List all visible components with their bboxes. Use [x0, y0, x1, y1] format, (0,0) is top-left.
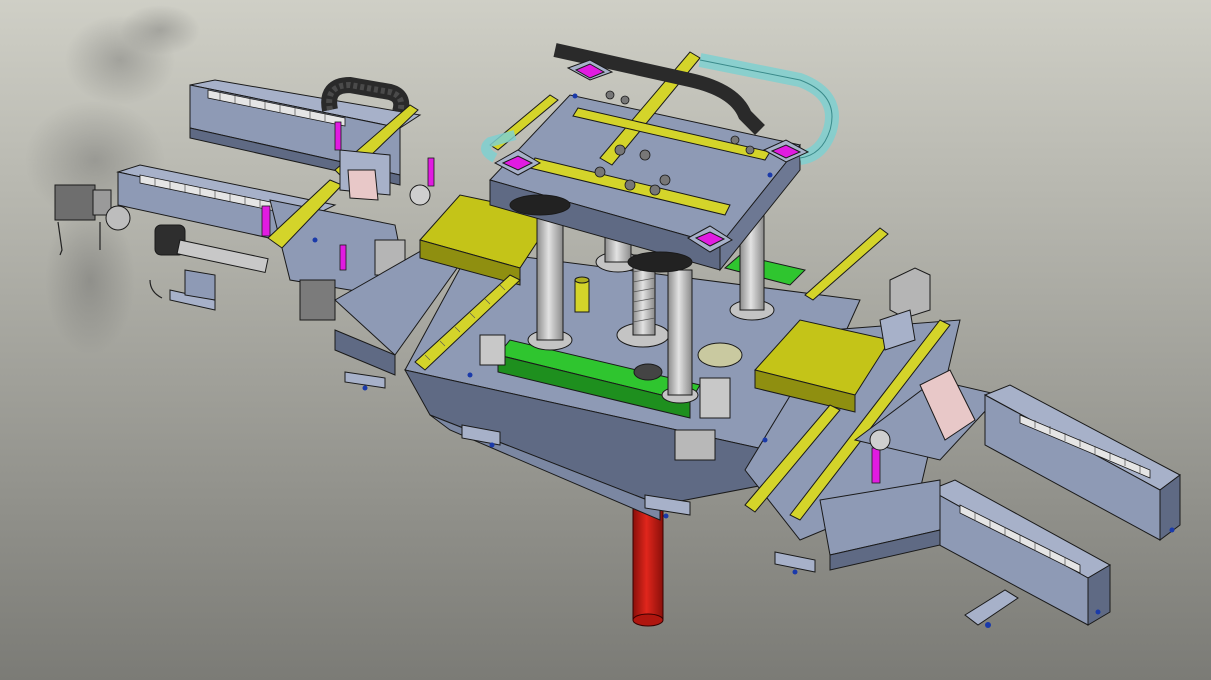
cad-viewport[interactable] [0, 0, 1211, 680]
cad-model-canvas[interactable] [0, 0, 1211, 680]
